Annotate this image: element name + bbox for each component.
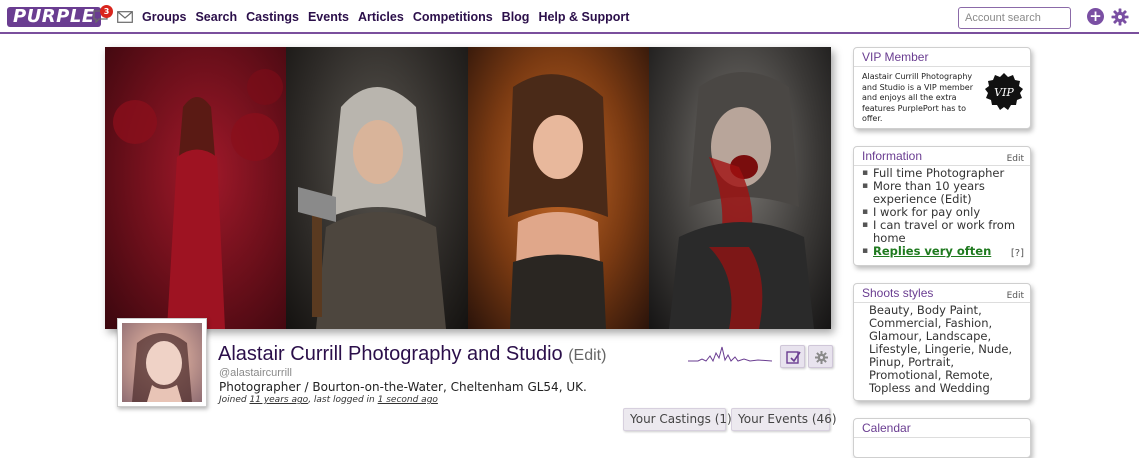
nav-search[interactable]: Search [195, 10, 237, 24]
edit-profile-button[interactable] [780, 345, 805, 368]
edit-profile-icon [786, 351, 801, 364]
profile-location: Photographer / Bourton-on-the-Water, Che… [219, 380, 587, 394]
information-title: Information Edit [854, 147, 1030, 166]
svg-text:VIP: VIP [994, 86, 1014, 99]
main-nav: Groups Search Castings Events Articles C… [142, 10, 638, 24]
nav-help-support[interactable]: Help & Support [538, 10, 629, 24]
joined-value[interactable]: 11 years ago [250, 395, 309, 405]
your-castings-button[interactable]: Your Castings (1) [623, 408, 732, 431]
gear-icon[interactable] [1111, 8, 1129, 26]
replies-help-link[interactable]: [?] [1011, 248, 1024, 259]
profile-name-text: Alastair Currill Photography and Studio [218, 343, 563, 365]
nav-articles[interactable]: Articles [358, 10, 404, 24]
avatar-photo [122, 323, 202, 402]
profile-joined: Joined 11 years ago, last logged in 1 se… [219, 395, 438, 405]
account-search-input[interactable] [958, 7, 1071, 29]
information-title-text: Information [862, 149, 923, 163]
list-item: I can travel or work from home [862, 219, 1022, 245]
profile-avatar[interactable] [117, 318, 207, 407]
banner-photo-4[interactable] [649, 47, 831, 329]
replies-status[interactable]: Replies very often [873, 244, 991, 258]
plus-icon[interactable]: + [1087, 8, 1104, 25]
profile-banner[interactable] [105, 47, 831, 329]
list-item: Replies very often [862, 244, 1022, 259]
calendar-title: Calendar [854, 419, 1030, 438]
settings-icon [815, 351, 828, 364]
notification-badge: 3 [100, 5, 113, 18]
nav-events[interactable]: Events [308, 10, 349, 24]
profile-name-edit-link[interactable]: (Edit) [568, 347, 606, 364]
nav-groups[interactable]: Groups [142, 10, 186, 24]
your-events-button[interactable]: Your Events (46) [731, 408, 837, 431]
banner-photo-3[interactable] [468, 47, 649, 329]
information-box: Information Edit Full time Photographer … [853, 146, 1031, 266]
activity-sparkline [688, 346, 772, 363]
shoots-styles-title: Shoots styles Edit [854, 284, 1030, 303]
shoots-styles-title-text: Shoots styles [862, 286, 934, 300]
vip-member-text: Alastair Currill Photography and Studio … [862, 72, 973, 123]
last-logged-prefix: , last logged in [308, 395, 375, 405]
list-item: More than 10 years experience (Edit) [862, 180, 1022, 206]
mail-icon[interactable] [117, 11, 133, 23]
shoots-styles-list: Beauty, Body Paint, Commercial, Fashion,… [869, 303, 1013, 395]
calendar-box: Calendar [853, 418, 1031, 458]
joined-prefix: Joined [219, 395, 247, 405]
banner-photo-2[interactable] [286, 47, 468, 329]
shoots-styles-edit-link[interactable]: Edit [1007, 287, 1024, 305]
profile-handle: @alastaircurrill [219, 367, 292, 379]
shoots-styles-box: Shoots styles Edit Beauty, Body Paint, C… [853, 283, 1031, 401]
information-edit-link[interactable]: Edit [1007, 150, 1024, 168]
vip-badge-icon: VIP [985, 73, 1023, 110]
purpleport-logo[interactable]: PURPLE [7, 7, 101, 27]
nav-castings[interactable]: Castings [246, 10, 299, 24]
profile-name: Alastair Currill Photography and Studio … [218, 343, 606, 366]
nav-blog[interactable]: Blog [502, 10, 530, 24]
vip-member-box: VIP Member Alastair Currill Photography … [853, 47, 1031, 129]
last-logged-value[interactable]: 1 second ago [378, 395, 438, 405]
information-list: Full time Photographer More than 10 year… [854, 166, 1030, 259]
profile-settings-button[interactable] [808, 345, 833, 368]
nav-competitions[interactable]: Competitions [413, 10, 493, 24]
top-navigation: PURPLE 3 Groups Search Castings Events A… [0, 0, 1139, 34]
vip-member-title: VIP Member [854, 48, 1030, 67]
banner-photo-1[interactable] [105, 47, 286, 329]
